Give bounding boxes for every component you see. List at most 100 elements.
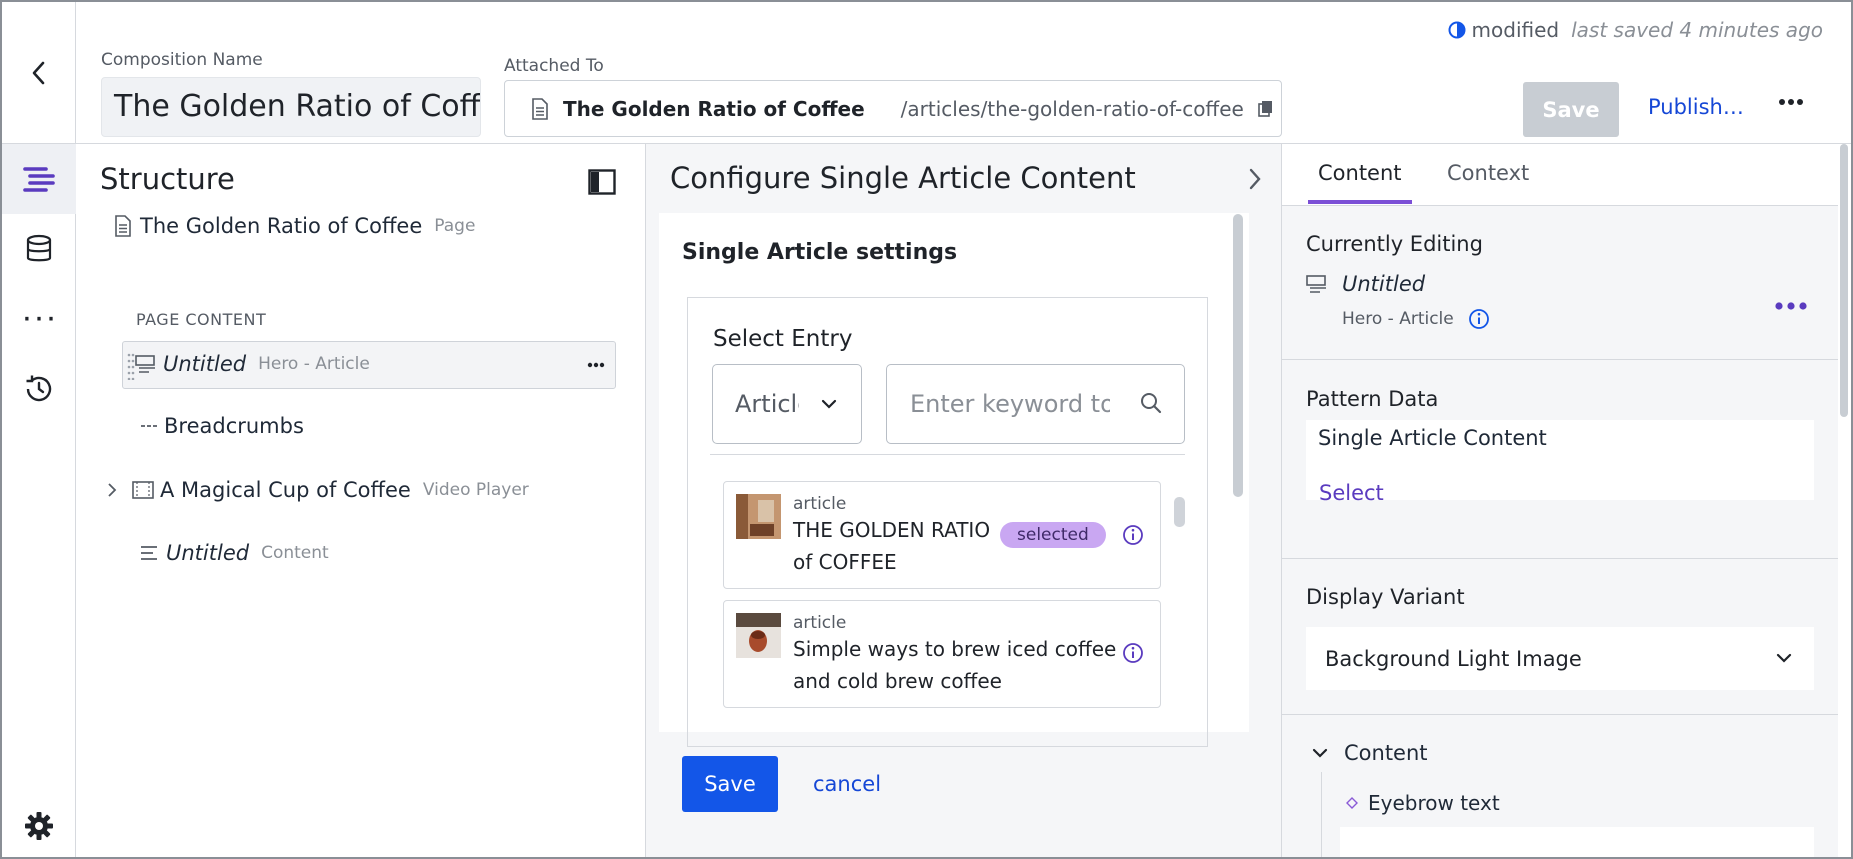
modified-status: modified (1471, 18, 1560, 42)
rail-structure[interactable] (2, 144, 76, 214)
document-icon (115, 215, 131, 237)
tree-item-video-player[interactable]: A Magical Cup of Coffee Video Player (106, 478, 529, 502)
copy-icon[interactable] (1258, 100, 1274, 118)
composition-name-label: Composition Name (101, 50, 263, 70)
tree-item-name: A Magical Cup of Coffee (160, 478, 411, 502)
scrollbar-thumb[interactable] (1840, 144, 1848, 417)
display-variant-value: Background Light Image (1325, 646, 1582, 671)
structure-title: Structure (100, 162, 235, 196)
tree-page-root[interactable]: The Golden Ratio of Coffee Page (114, 214, 475, 238)
hero-component-icon (1306, 275, 1326, 293)
result-title: Simple ways to brew iced coffee and cold… (793, 637, 1117, 693)
chevron-right-icon[interactable] (1246, 166, 1264, 192)
tree-item-content[interactable]: Untitled Content (140, 541, 329, 565)
history-icon (26, 375, 52, 402)
article-thumbnail (736, 494, 781, 539)
settings-title: Single Article settings (682, 240, 958, 265)
configure-scrollbar[interactable] (1233, 214, 1243, 497)
hero-component-icon (135, 355, 155, 373)
eyebrow-label: Eyebrow text (1368, 791, 1500, 815)
config-save-button[interactable]: Save (682, 756, 778, 812)
configure-panel: Configure Single Article Content Single … (646, 144, 1282, 857)
chevron-down-icon (1312, 748, 1328, 758)
text-content-icon (141, 546, 157, 560)
publish-button[interactable]: Publish… (1648, 95, 1744, 119)
divider (1282, 359, 1838, 360)
tree-item-selected[interactable]: Untitled Hero - Article (122, 341, 616, 389)
attached-to-field[interactable]: The Golden Ratio of Coffee /articles/the… (504, 80, 1282, 137)
database-icon (26, 234, 52, 262)
content-type-select[interactable]: Article (712, 364, 862, 444)
display-variant-label: Display Variant (1306, 585, 1465, 609)
result-title: THE GOLDEN RATIO of COFFEE (793, 518, 991, 574)
info-icon[interactable] (1468, 308, 1490, 330)
rail-parameters[interactable]: {···} (2, 284, 76, 354)
properties-scrollbar[interactable] (1838, 144, 1851, 857)
page-type: Page (434, 216, 476, 236)
tree-item-breadcrumbs[interactable]: Breadcrumbs (140, 414, 304, 438)
chevron-left-icon (32, 61, 44, 85)
more-options-icon[interactable] (1774, 301, 1808, 311)
last-saved-text: last saved 4 minutes ago (1571, 18, 1823, 42)
content-group-header[interactable]: Content (1312, 741, 1428, 765)
page-title: The Golden Ratio of Coffee (140, 214, 423, 238)
video-icon (132, 481, 154, 499)
rail-history[interactable] (2, 354, 76, 424)
article-thumbnail (736, 613, 781, 658)
gear-icon (25, 812, 53, 840)
editing-name: Untitled (1342, 272, 1426, 296)
results-scrollbar[interactable] (1174, 497, 1185, 527)
pattern-select-link[interactable]: Select (1319, 481, 1384, 505)
back-button[interactable] (2, 2, 76, 144)
eyebrow-field-label: Eyebrow text (1346, 791, 1500, 815)
tree-item-type: Content (261, 543, 329, 563)
svg-text:{···}: {···} (22, 307, 56, 331)
editing-type: Hero - Article (1342, 309, 1454, 329)
active-tab-indicator (1308, 200, 1412, 204)
drag-handle-icon[interactable] (127, 352, 135, 380)
result-item-selected[interactable]: article THE GOLDEN RATIO of COFFEE selec… (723, 481, 1161, 589)
tree-item-name: Untitled (163, 352, 247, 376)
left-rail: {···} (2, 144, 76, 857)
chevron-down-icon (821, 399, 837, 409)
currently-editing-label: Currently Editing (1306, 232, 1483, 256)
tab-content[interactable]: Content (1318, 161, 1402, 185)
eyebrow-input[interactable] (1340, 827, 1814, 857)
more-options-icon[interactable] (587, 362, 605, 368)
editing-item: Untitled (1306, 272, 1425, 296)
attached-to-label: Attached To (504, 56, 604, 76)
top-header: Composition Name The Golden Ratio of Cof… (2, 2, 1851, 144)
app-window: Composition Name The Golden Ratio of Cof… (0, 0, 1853, 859)
tab-context[interactable]: Context (1447, 161, 1529, 185)
config-cancel-button[interactable]: cancel (813, 772, 881, 796)
keyword-search-input[interactable]: Enter keyword to narrow (886, 364, 1185, 444)
result-item[interactable]: article Simple ways to brew iced coffee … (723, 600, 1161, 708)
tree-item-row: Untitled Hero - Article (135, 352, 370, 376)
pattern-data-label: Pattern Data (1306, 387, 1439, 411)
rail-settings[interactable] (2, 791, 76, 857)
search-icon[interactable] (1140, 392, 1162, 414)
editing-type-row: Hero - Article (1342, 308, 1490, 330)
result-kind: article (793, 613, 847, 633)
chevron-right-icon[interactable] (106, 482, 118, 498)
document-icon (532, 97, 548, 120)
selected-badge: selected (1000, 522, 1106, 548)
tree-guide-line (1321, 772, 1322, 857)
properties-tabs: Content Context (1282, 144, 1851, 206)
info-icon[interactable] (1122, 524, 1144, 546)
composition-name-input[interactable]: The Golden Ratio of Coffee (101, 77, 481, 137)
content-type-value: Article (735, 390, 799, 418)
properties-panel: Content Context Currently Editing Untitl… (1282, 144, 1851, 857)
rail-data[interactable] (2, 214, 76, 284)
info-icon[interactable] (1122, 642, 1144, 664)
structure-icon (23, 167, 55, 192)
diamond-icon (1346, 797, 1358, 809)
page-content-label: PAGE CONTENT (136, 310, 267, 329)
display-variant-select[interactable]: Background Light Image (1306, 627, 1814, 690)
panel-toggle-icon[interactable] (588, 169, 616, 195)
divider (1282, 714, 1838, 715)
save-button[interactable]: Save (1523, 82, 1619, 137)
entry-results-list[interactable]: article THE GOLDEN RATIO of COFFEE selec… (710, 454, 1185, 748)
more-options-icon[interactable] (1778, 97, 1804, 107)
keyword-placeholder: Enter keyword to narrow (910, 390, 1110, 418)
